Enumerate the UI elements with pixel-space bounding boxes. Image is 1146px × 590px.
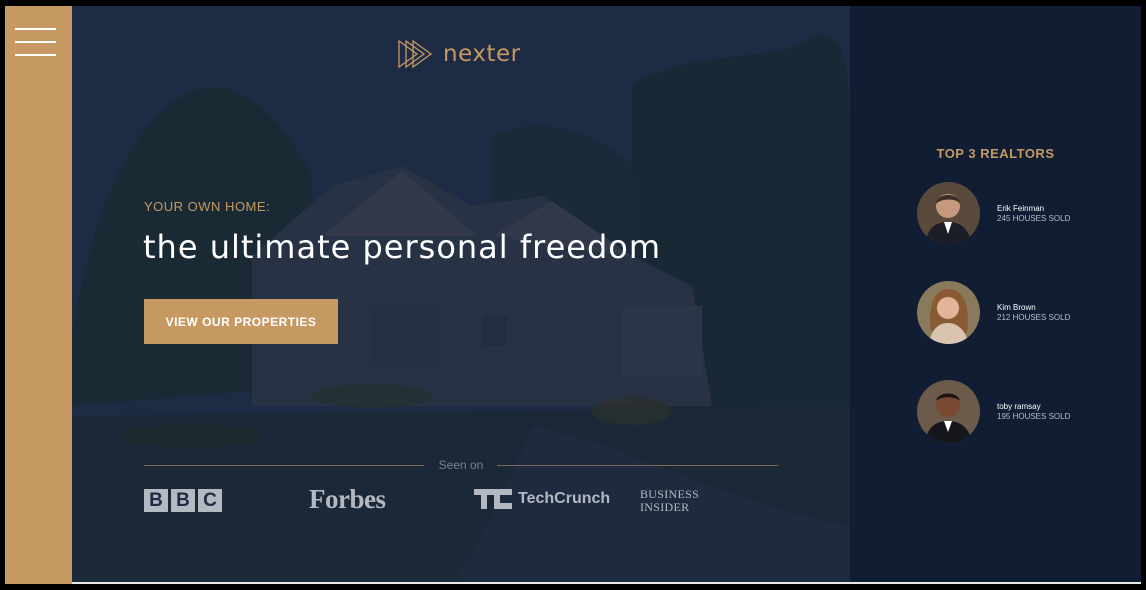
bbc-logo: B B C: [144, 489, 222, 512]
realtor-sold: 245 HOUSES SOLD: [997, 214, 1071, 223]
hero-headline: the ultimate personal freedom: [143, 228, 661, 266]
realtor-sold: 212 HOUSES SOLD: [997, 313, 1071, 322]
divider-line-right: [497, 465, 778, 466]
bottom-border: [72, 582, 1141, 584]
bbc-letter: B: [144, 489, 168, 512]
realtor-name: Erik Feinman: [997, 204, 1045, 213]
forbes-logo: Forbes: [309, 484, 386, 514]
techcrunch-text: TechCrunch: [518, 490, 611, 507]
hamburger-menu-icon[interactable]: [15, 26, 57, 58]
business-insider-logo: BUSINESS INSIDER: [640, 488, 699, 514]
bbc-letter: C: [198, 489, 222, 512]
triangle-arrows-icon: [398, 39, 433, 69]
view-properties-button[interactable]: VIEW OUR PROPERTIES: [144, 299, 338, 344]
realtor-sold: 195 HOUSES SOLD: [997, 412, 1071, 421]
realtor-item[interactable]: toby ramsay 195 HOUSES SOLD: [917, 380, 1137, 444]
page-frame: nexter YOUR OWN HOME: the ultimate perso…: [5, 6, 1141, 584]
avatar: [917, 182, 980, 245]
realtors-panel: TOP 3 REALTORS Erik Feinman 245 HOUSES S…: [850, 6, 1141, 584]
techcrunch-logo: TechCrunch: [474, 489, 610, 509]
brand-logo[interactable]: nexter: [397, 39, 521, 69]
realtor-item[interactable]: Erik Feinman 245 HOUSES SOLD: [917, 182, 1137, 246]
hero-eyebrow: YOUR OWN HOME:: [144, 199, 271, 214]
bbc-letter: B: [171, 489, 195, 512]
sidebar: [5, 6, 72, 584]
logo-text: nexter: [443, 41, 521, 67]
realtor-name: Kim Brown: [997, 303, 1036, 312]
seen-on-divider: Seen on: [144, 458, 778, 474]
avatar: [917, 281, 980, 344]
avatar: [917, 380, 980, 443]
realtor-name: toby ramsay: [997, 402, 1041, 411]
business-insider-line: INSIDER: [640, 500, 690, 514]
hero-section: nexter YOUR OWN HOME: the ultimate perso…: [72, 6, 850, 584]
realtors-title: TOP 3 REALTORS: [936, 146, 1055, 161]
realtor-item[interactable]: Kim Brown 212 HOUSES SOLD: [917, 281, 1137, 345]
techcrunch-mark-icon: [474, 489, 512, 509]
